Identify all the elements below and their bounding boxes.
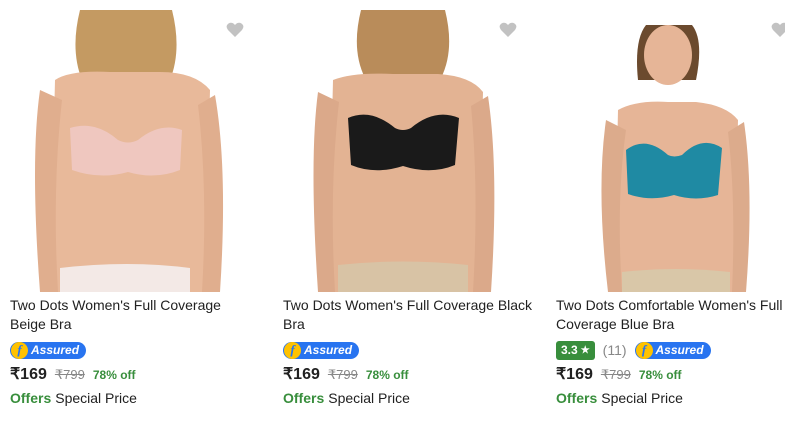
product-title[interactable]: Two Dots Women's Full Coverage Black Bra bbox=[283, 296, 533, 334]
product-title[interactable]: Two Dots Women's Full Coverage Beige Bra bbox=[10, 296, 260, 334]
selling-price: ₹169 bbox=[556, 366, 593, 383]
flipkart-logo-icon: f bbox=[284, 341, 301, 359]
hair-shape bbox=[75, 10, 177, 80]
badge-row: f Assured bbox=[10, 340, 87, 360]
heart-icon[interactable] bbox=[770, 20, 785, 40]
product-image[interactable] bbox=[546, 10, 785, 292]
offer-text: Special Price bbox=[55, 390, 137, 406]
original-price: ₹799 bbox=[600, 367, 631, 382]
product-card[interactable]: Two Dots Comfortable Women's Full Covera… bbox=[546, 0, 785, 428]
product-title[interactable]: Two Dots Comfortable Women's Full Covera… bbox=[556, 296, 785, 334]
discount-label: 78% off bbox=[92, 368, 136, 382]
offers-row: Offers Special Price bbox=[283, 390, 410, 406]
offers-row: Offers Special Price bbox=[556, 390, 683, 406]
bottom-garment bbox=[622, 269, 730, 292]
offer-text: Special Price bbox=[601, 390, 683, 406]
discount-label: 78% off bbox=[638, 368, 682, 382]
offer-text: Special Price bbox=[328, 390, 410, 406]
price-row: ₹169 ₹799 78% off bbox=[556, 364, 682, 384]
bottom-garment bbox=[338, 261, 468, 292]
star-icon: ★ bbox=[580, 344, 590, 356]
price-row: ₹169 ₹799 78% off bbox=[10, 364, 136, 384]
assured-badge: f Assured bbox=[10, 341, 87, 359]
assured-badge: f Assured bbox=[634, 341, 711, 359]
bottom-garment bbox=[60, 264, 190, 292]
heart-icon[interactable] bbox=[225, 20, 245, 40]
product-card[interactable]: Two Dots Women's Full Coverage Beige Bra… bbox=[0, 0, 260, 428]
original-price: ₹799 bbox=[327, 367, 358, 382]
offers-label: Offers bbox=[10, 390, 52, 406]
badge-row: f Assured bbox=[283, 340, 360, 360]
heart-icon[interactable] bbox=[498, 20, 518, 40]
original-price: ₹799 bbox=[54, 367, 85, 382]
offers-label: Offers bbox=[556, 390, 598, 406]
discount-label: 78% off bbox=[365, 368, 409, 382]
offers-label: Offers bbox=[283, 390, 325, 406]
hair-shape bbox=[356, 10, 450, 78]
product-image[interactable] bbox=[273, 10, 533, 292]
selling-price: ₹169 bbox=[10, 366, 47, 383]
badge-row: 3.3 ★ (11) f Assured bbox=[556, 340, 711, 360]
torso-shape bbox=[614, 101, 738, 292]
rating-count: (11) bbox=[602, 342, 627, 358]
assured-badge: f Assured bbox=[283, 341, 360, 359]
selling-price: ₹169 bbox=[283, 366, 320, 383]
torso-shape bbox=[328, 73, 483, 292]
torso-shape bbox=[50, 71, 210, 292]
rating-badge: 3.3 ★ bbox=[556, 340, 595, 360]
face-shape bbox=[644, 25, 692, 85]
product-card[interactable]: Two Dots Women's Full Coverage Black Bra… bbox=[273, 0, 533, 428]
product-image[interactable] bbox=[0, 10, 260, 292]
flipkart-logo-icon: f bbox=[635, 341, 653, 359]
price-row: ₹169 ₹799 78% off bbox=[283, 364, 409, 384]
offers-row: Offers Special Price bbox=[10, 390, 137, 406]
flipkart-logo-icon: f bbox=[11, 341, 28, 359]
